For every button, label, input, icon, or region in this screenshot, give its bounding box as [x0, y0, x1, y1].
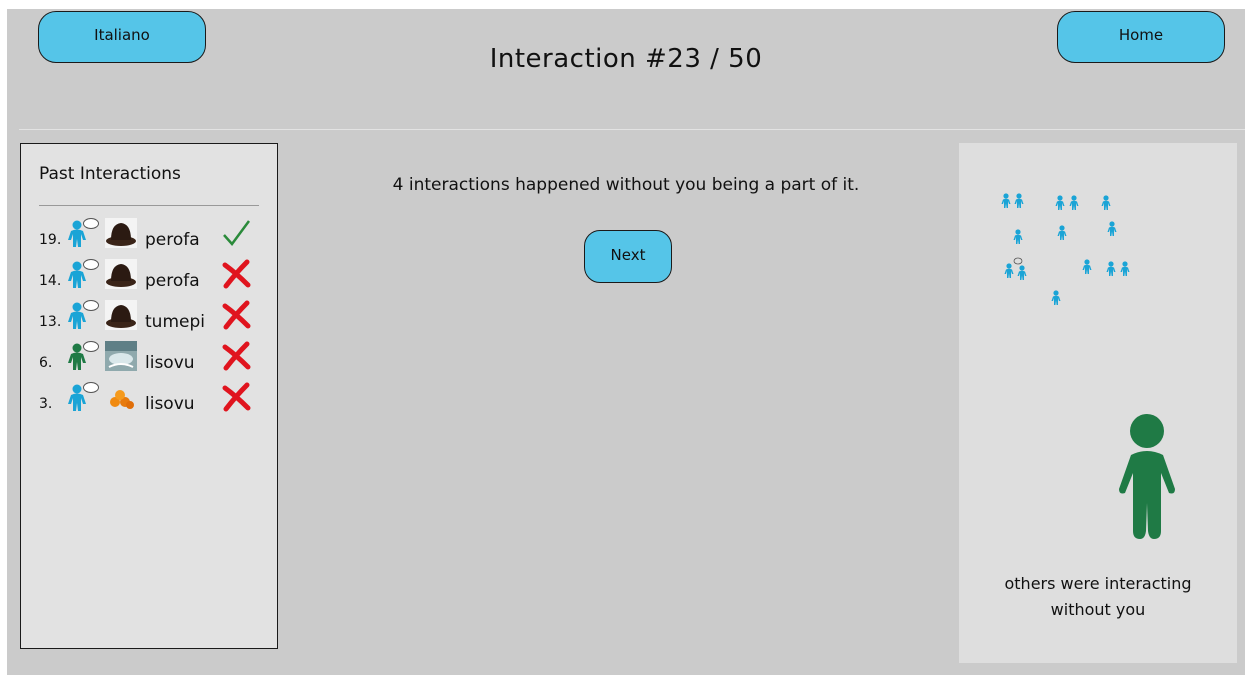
- past-interactions-title: Past Interactions: [39, 164, 181, 184]
- hat-image-icon: [105, 218, 137, 248]
- header-divider: [19, 129, 1245, 130]
- oranges-image-icon: [110, 390, 134, 409]
- speech-bubble-icon: [83, 300, 99, 311]
- word-label: perofa: [145, 271, 200, 291]
- panel-divider: [39, 205, 259, 206]
- hat-image-icon: [105, 300, 137, 330]
- interaction-number: 3.: [39, 396, 53, 412]
- interaction-number: 13.: [39, 314, 62, 330]
- word-label: lisovu: [145, 353, 195, 373]
- history-row: 14. perofa: [39, 257, 269, 295]
- speech-bubble-icon: [83, 382, 99, 393]
- home-button[interactable]: Home: [1057, 11, 1225, 63]
- status-message: 4 interactions happened without you bein…: [392, 175, 860, 195]
- cross-icon: [222, 300, 251, 330]
- word-label: tumepi: [145, 312, 205, 332]
- app-frame: Italiano Interaction #23 / 50 Home Past …: [7, 9, 1245, 675]
- interaction-number: 14.: [39, 273, 62, 289]
- side-caption: others were interacting without you: [959, 571, 1237, 623]
- large-person-icon: [1119, 414, 1175, 539]
- side-caption-line1: others were interacting: [1004, 574, 1192, 593]
- crowd-icon: [1001, 193, 1130, 305]
- history-row: 19. perofa: [39, 216, 269, 254]
- cross-icon: [222, 259, 251, 289]
- hat-image-icon: [105, 259, 137, 289]
- interaction-number: 6.: [39, 355, 53, 371]
- word-label: perofa: [145, 230, 200, 250]
- interaction-number: 19.: [39, 232, 62, 248]
- history-row: 13. tumepi: [39, 298, 269, 336]
- speech-bubble-icon: [83, 259, 99, 270]
- past-interactions-panel: Past Interactions 19. perofa 14. perofa …: [20, 143, 278, 649]
- history-row: 6. lisovu: [39, 339, 269, 377]
- cross-icon: [222, 341, 251, 371]
- waterfall-image-icon: [105, 341, 137, 371]
- speech-bubble-icon: [83, 218, 99, 229]
- next-button[interactable]: Next: [584, 230, 672, 283]
- community-panel: others were interacting without you: [959, 143, 1237, 663]
- speech-bubble-icon: [83, 341, 99, 352]
- cross-icon: [222, 382, 251, 412]
- history-row: 3. lisovu: [39, 380, 269, 418]
- check-icon: [223, 220, 251, 246]
- word-label: lisovu: [145, 394, 195, 414]
- side-caption-line2: without you: [1050, 600, 1146, 619]
